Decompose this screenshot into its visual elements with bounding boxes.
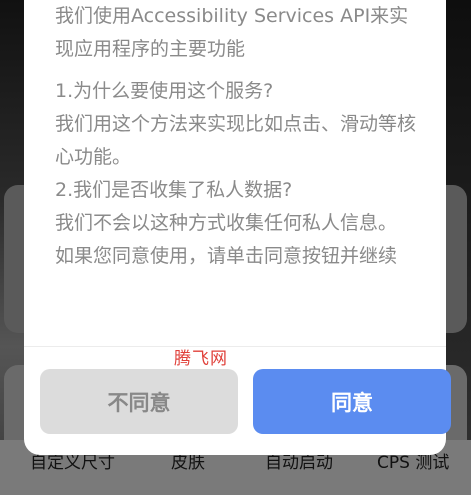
watermark: 腾飞网 bbox=[174, 349, 228, 369]
dialog-body: 我们使用Accessibility Services API来实现应用程序的主要… bbox=[55, 0, 425, 273]
permission-dialog: 我们使用Accessibility Services API来实现应用程序的主要… bbox=[24, 0, 451, 455]
question-2: 2.我们是否收集了私人数据? bbox=[55, 179, 293, 201]
intro-text: 我们使用Accessibility Services API来实现应用程序的主要… bbox=[55, 5, 409, 60]
question-1: 1.为什么要使用这个服务? bbox=[55, 80, 274, 102]
consent-prompt: 如果您同意使用，请单击同意按钮并继续 bbox=[55, 245, 398, 267]
divider bbox=[24, 346, 446, 347]
decline-button[interactable]: 不同意 bbox=[40, 369, 238, 434]
answer-1: 我们用这个方法来实现比如点击、滑动等核心功能。 bbox=[55, 113, 417, 168]
accept-button[interactable]: 同意 bbox=[253, 369, 451, 434]
answer-2: 我们不会以这种方式收集任何私人信息。 bbox=[55, 212, 398, 234]
